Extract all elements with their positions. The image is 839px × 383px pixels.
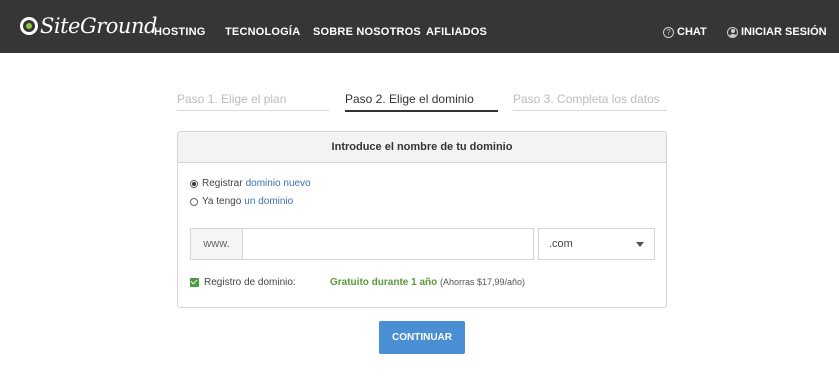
radio-existing[interactable] xyxy=(190,197,198,206)
radio-register[interactable] xyxy=(190,179,198,188)
chat-label: CHAT xyxy=(677,26,707,38)
login-link[interactable]: INICIAR SESIÓN xyxy=(727,26,827,38)
savings-text: (Ahorras $17,99/año) xyxy=(440,277,526,287)
help-icon: ? xyxy=(663,26,674,38)
logo-text: SiteGround xyxy=(40,14,157,38)
nav-afiliados[interactable]: AFILIADOS xyxy=(426,26,487,38)
step-3-label: Paso 3. Completa los datos xyxy=(513,92,660,106)
option-register-new-domain[interactable]: Registrar dominio nuevo xyxy=(190,178,311,189)
chat-link[interactable]: ? CHAT xyxy=(663,26,707,38)
registration-label: Registro de dominio: xyxy=(204,277,296,288)
nav-tecnologia[interactable]: TECNOLOGÍA xyxy=(225,26,300,38)
option-register-text: Registrar xyxy=(202,178,243,189)
chevron-down-icon xyxy=(636,242,644,247)
option-existing-text: Ya tengo xyxy=(202,196,242,207)
panel-title: Introduce el nombre de tu dominio xyxy=(178,132,666,163)
top-navigation-bar: SiteGround HOSTING TECNOLOGÍA SOBRE NOSO… xyxy=(0,0,839,53)
logo-mark-icon xyxy=(20,17,38,35)
option-existing-domain[interactable]: Ya tengo un dominio xyxy=(190,196,293,207)
step-1-underline xyxy=(177,110,329,111)
domain-panel: Introduce el nombre de tu dominio Regist… xyxy=(177,131,667,308)
step-3-underline xyxy=(513,110,667,111)
tld-select[interactable]: .com xyxy=(538,228,655,260)
option-register-link[interactable]: dominio nuevo xyxy=(246,178,311,189)
option-existing-link[interactable]: un dominio xyxy=(244,196,293,207)
continue-button[interactable]: CONTINUAR xyxy=(379,321,465,354)
domain-registration-checkbox[interactable] xyxy=(190,278,199,287)
step-2-label: Paso 2. Elige el dominio xyxy=(345,92,474,106)
nav-hosting[interactable]: HOSTING xyxy=(154,26,206,38)
tld-selected-value: .com xyxy=(549,238,573,250)
step-1-label: Paso 1. Elige el plan xyxy=(177,92,287,106)
free-registration-text: Gratuito durante 1 año xyxy=(330,277,438,288)
domain-name-input[interactable] xyxy=(242,228,534,260)
siteground-logo[interactable]: SiteGround xyxy=(20,12,157,40)
nav-sobre-nosotros[interactable]: SOBRE NOSOTROS xyxy=(313,26,421,38)
login-label: INICIAR SESIÓN xyxy=(741,26,827,38)
www-prefix: www. xyxy=(190,228,242,260)
step-2-underline xyxy=(345,110,498,112)
user-icon xyxy=(727,26,738,38)
